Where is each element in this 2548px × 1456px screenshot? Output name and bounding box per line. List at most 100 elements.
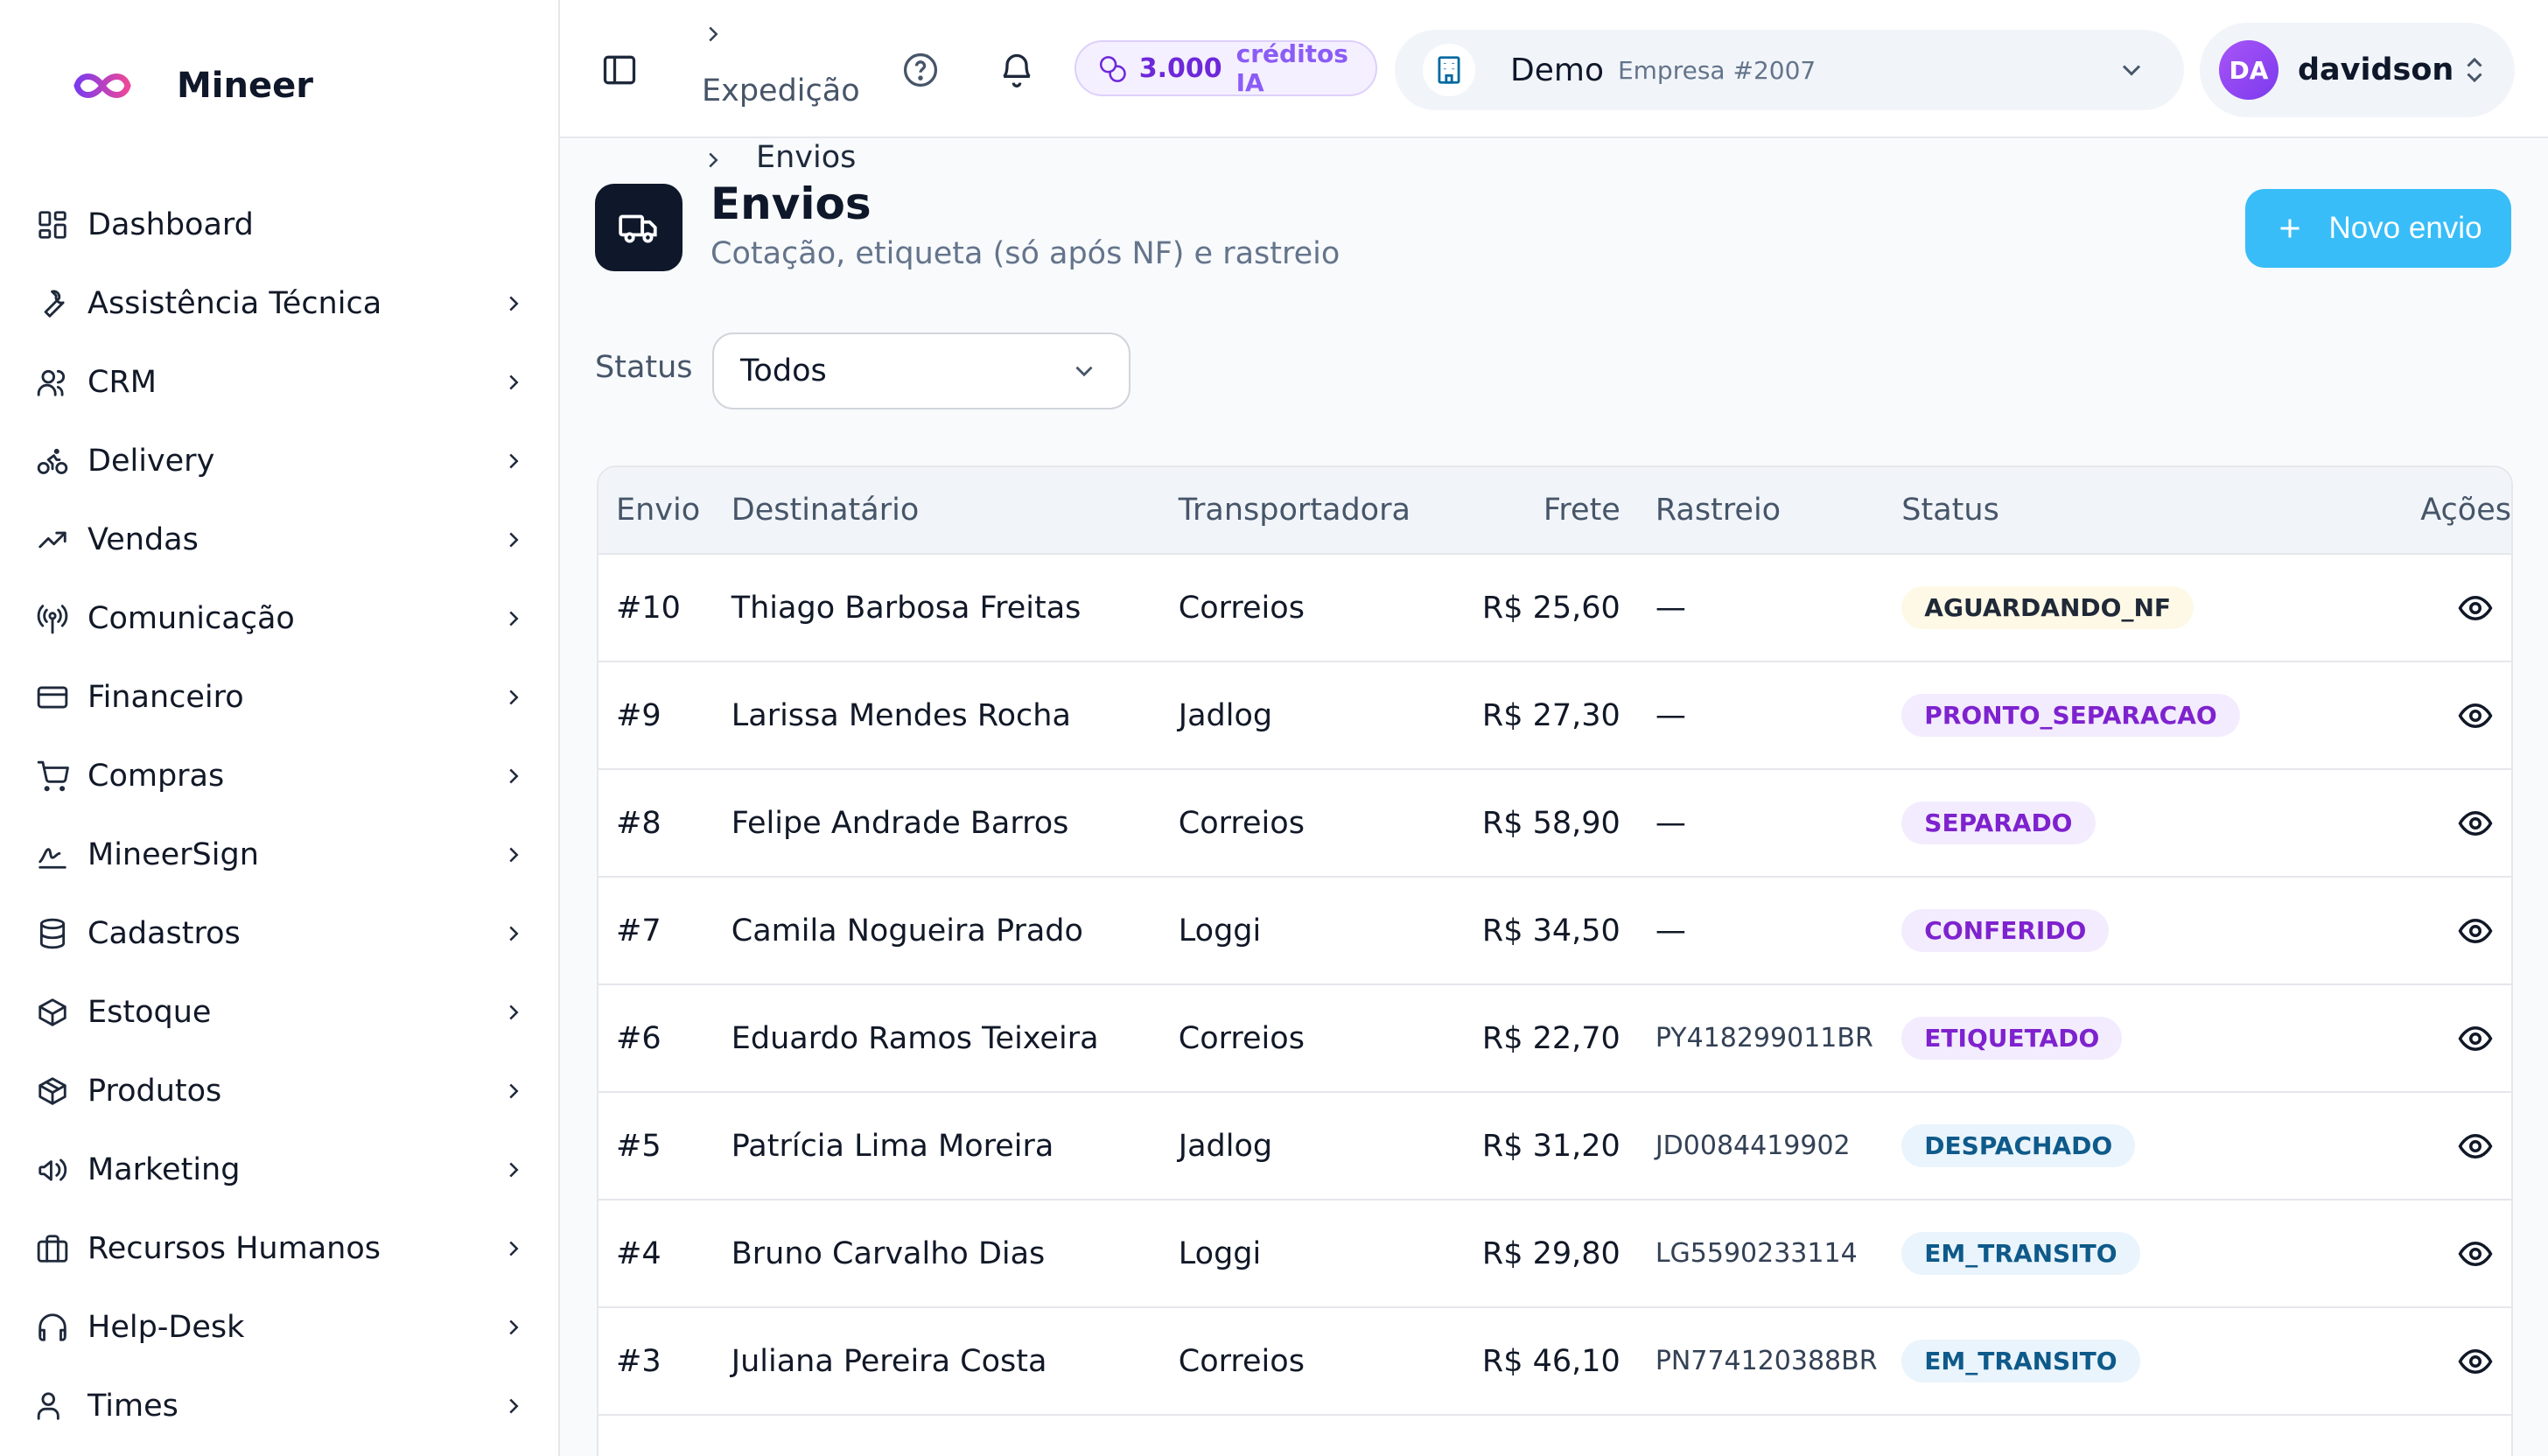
new-shipment-label: Novo envio — [2328, 211, 2482, 245]
sidebar-item-help-desk[interactable]: Help-Desk — [0, 1288, 560, 1367]
sidebar-item-label: Vendas — [88, 522, 199, 557]
briefcase-icon — [35, 1231, 70, 1266]
sidebar-item-cadastros[interactable]: Cadastros — [0, 894, 560, 973]
eye-icon[interactable] — [2457, 913, 2494, 949]
cell-rastreio: PN774120388BR — [1655, 1346, 1878, 1376]
cell-frete: R$ 25,60 — [1481, 590, 1620, 626]
status-badge: DESPACHADO — [1901, 1124, 2136, 1167]
topbar: Expedição 3.000 créditos IA Demo Empresa… — [560, 0, 2548, 138]
sidebar-item-label: Cadastros — [88, 916, 241, 951]
cell-transportadora: Loggi — [1178, 913, 1262, 948]
sidebar-item-delivery[interactable]: Delivery — [0, 422, 560, 500]
eye-icon[interactable] — [2457, 1236, 2494, 1272]
cell-frete: R$ 22,70 — [1481, 1020, 1620, 1056]
sidebar-item-dashboard[interactable]: Dashboard — [0, 186, 560, 264]
col-frete[interactable]: Frete — [1466, 493, 1620, 528]
cell-status: SEPARADO — [1901, 802, 2347, 844]
sidebar-item-mineersign[interactable]: MineerSign — [0, 816, 560, 894]
sidebar-item-financeiro[interactable]: Financeiro — [0, 658, 560, 737]
col-envio[interactable]: Envio — [598, 493, 732, 528]
table-row[interactable]: #8 Felipe Andrade Barros Correios R$ 58,90 —… — [598, 770, 2511, 878]
mineer-logo-icon — [74, 74, 131, 98]
breadcrumb-expedicao[interactable]: Expedição — [702, 74, 860, 108]
cell-acoes — [2347, 590, 2511, 626]
cell-destinatario: Juliana Pereira Costa — [731, 1343, 1047, 1379]
eye-icon[interactable] — [2457, 1020, 2494, 1057]
cell-transportadora: Correios — [1178, 1343, 1305, 1379]
sidebar-item-label: Dashboard — [88, 207, 254, 242]
cell-destinatario: Felipe Andrade Barros — [731, 805, 1069, 841]
sidebar-item-crm[interactable]: CRM — [0, 343, 560, 422]
eye-icon[interactable] — [2457, 805, 2494, 842]
col-acoes-label: Ações — [2420, 493, 2511, 528]
sidebar-item-estoque[interactable]: Estoque — [0, 973, 560, 1052]
cell-acoes — [2347, 1236, 2511, 1272]
page-title: Envios — [710, 178, 872, 229]
sidebar-item-times[interactable]: Times — [0, 1367, 560, 1446]
sidebar-item-label: CRM — [88, 365, 157, 400]
main-content: Envios Envios Cotação, etiqueta (só após… — [560, 140, 2548, 1456]
sidebar-item-comunicacao[interactable]: Comunicação — [0, 579, 560, 658]
cell-envio: #4 — [616, 1236, 662, 1271]
credits-label: créditos IA — [1236, 39, 1348, 97]
col-status[interactable]: Status — [1901, 493, 2347, 528]
eye-icon[interactable] — [2457, 697, 2494, 734]
eye-icon[interactable] — [2457, 1343, 2494, 1380]
table-row[interactable]: #7 Camila Nogueira Prado Loggi R$ 34,50 — CON… — [598, 878, 2511, 985]
sidebar-item-compras[interactable]: Compras — [0, 737, 560, 816]
table-row[interactable]: #3 Juliana Pereira Costa Correios R$ 46,10 P… — [598, 1308, 2511, 1416]
company-name: Demo — [1510, 52, 1604, 88]
new-shipment-button[interactable]: Novo envio — [2245, 189, 2511, 268]
cell-rastreio: — — [1655, 805, 1686, 841]
table-row[interactable]: #4 Bruno Carvalho Dias Loggi R$ 29,80 LG5590… — [598, 1200, 2511, 1308]
status-badge: AGUARDANDO_NF — [1901, 586, 2194, 629]
table-row[interactable]: #5 Patrícia Lima Moreira Jadlog R$ 31,20 JD0… — [598, 1093, 2511, 1200]
cell-destinatario: Thiago Barbosa Freitas — [731, 590, 1082, 626]
brand-name: Mineer — [177, 66, 313, 106]
eye-icon[interactable] — [2457, 590, 2494, 626]
users-icon — [35, 365, 70, 400]
sidebar-item-label: Recursos Humanos — [88, 1231, 381, 1266]
sidebar-toggle-icon[interactable] — [597, 47, 642, 93]
status-filter-select[interactable]: Todos — [712, 332, 1130, 410]
plus-icon — [2280, 219, 2300, 238]
table-row[interactable]: #9 Larissa Mendes Rocha Jadlog R$ 27,30 — PRO… — [598, 662, 2511, 770]
help-icon[interactable] — [898, 47, 943, 93]
cell-envio: #9 — [616, 697, 662, 733]
col-rastreio[interactable]: Rastreio — [1620, 493, 1901, 528]
credit-card-icon — [35, 680, 70, 715]
cell-status: CONFERIDO — [1901, 909, 2347, 952]
chevron-right-icon — [509, 768, 519, 784]
cell-acoes — [2347, 805, 2511, 842]
cell-envio: #10 — [616, 590, 681, 626]
eye-icon[interactable] — [2457, 1128, 2494, 1165]
cell-envio: #5 — [616, 1128, 662, 1164]
ai-credits-badge[interactable]: 3.000 créditos IA — [1074, 39, 1377, 97]
cell-status: AGUARDANDO_NF — [1901, 586, 2347, 629]
sidebar-item-vendas[interactable]: Vendas — [0, 500, 560, 579]
company-selector[interactable]: Demo Empresa #2007 — [1395, 30, 2184, 110]
cell-rastreio: — — [1655, 697, 1686, 733]
sidebar-item-label: Marketing — [88, 1152, 241, 1187]
megaphone-icon — [35, 1152, 70, 1187]
col-transportadora[interactable]: Transportadora — [1179, 493, 1466, 528]
brand[interactable]: Mineer — [68, 60, 313, 112]
sidebar-item-produtos[interactable]: Produtos — [0, 1052, 560, 1130]
table-row[interactable]: #6 Eduardo Ramos Teixeira Correios R$ 22,70… — [598, 985, 2511, 1093]
col-destinatario[interactable]: Destinatário — [732, 493, 1179, 528]
box-icon — [35, 995, 70, 1030]
sidebar-item-label: Help-Desk — [88, 1310, 245, 1345]
table-row[interactable]: #10 Thiago Barbosa Freitas Correios R$ 25,6… — [598, 555, 2511, 662]
credits-value: 3.000 — [1138, 52, 1222, 84]
user-menu[interactable]: DA davidson — [2200, 23, 2515, 117]
sidebar-item-assistencia-tecnica[interactable]: Assistência Técnica — [0, 264, 560, 343]
sidebar-item-recursos-humanos[interactable]: Recursos Humanos — [0, 1209, 560, 1288]
chevron-right-icon — [509, 1398, 519, 1414]
cell-status: EM_TRANSITO — [1901, 1232, 2347, 1275]
sidebar-item-marketing[interactable]: Marketing — [0, 1130, 560, 1209]
cell-destinatario: Camila Nogueira Prado — [731, 913, 1083, 948]
status-badge: SEPARADO — [1901, 802, 2096, 844]
cell-rastreio: PY418299011BR — [1655, 1023, 1873, 1054]
bell-icon[interactable] — [994, 47, 1040, 93]
chevron-right-icon — [709, 26, 718, 42]
